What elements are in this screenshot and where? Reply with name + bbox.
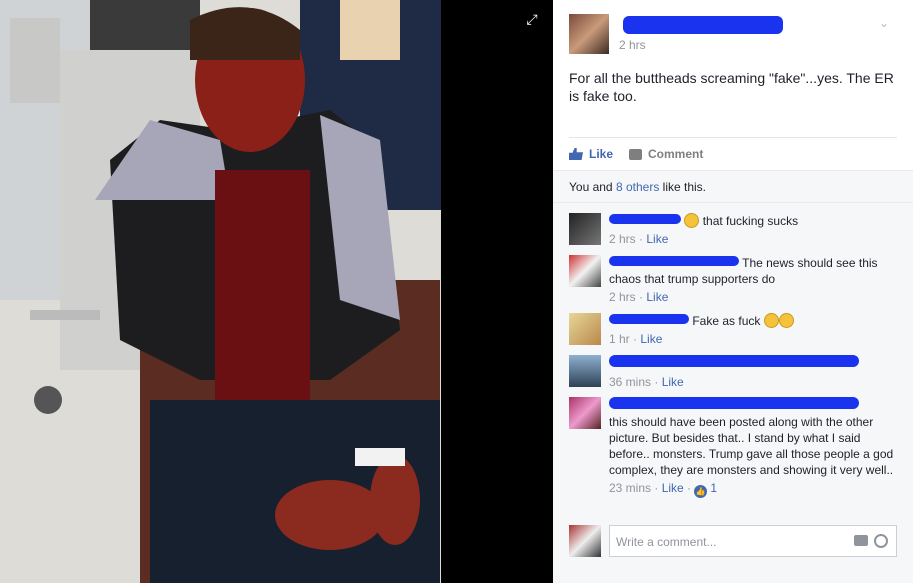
comment-input[interactable]: Write a comment... (609, 525, 897, 557)
comment-body: The news should see this chaos that trum… (609, 256, 878, 304)
comment-item: Fake as fuck 1 hr · Like (569, 307, 897, 347)
sad-emoji-icon (684, 213, 700, 228)
comment-time[interactable]: 23 mins (609, 481, 651, 495)
comment-body: Fake as fuck 1 hr · Like (609, 313, 897, 347)
laughing-emoji-icon (763, 313, 779, 328)
chevron-down-icon[interactable]: ⌄ (879, 16, 889, 30)
photo-viewer: ⤢ (0, 0, 553, 583)
comment-text: this should have been posted along with … (609, 415, 894, 477)
photo-scene (0, 0, 441, 583)
like-button[interactable]: Like (569, 147, 613, 161)
redacted-commenter-name (609, 256, 739, 266)
comment-time[interactable]: 36 mins (609, 375, 651, 389)
commenter-avatar[interactable] (569, 313, 601, 345)
comment-text: that fucking sucks (702, 214, 799, 228)
comment-time[interactable]: 2 hrs (609, 232, 636, 246)
commenter-avatar[interactable] (569, 213, 601, 245)
comment-time[interactable]: 2 hrs (609, 290, 636, 304)
post-header: 2 hrs ⌄ (569, 14, 903, 54)
post-panel: 2 hrs ⌄ For all the buttheads screaming … (553, 0, 913, 583)
comment-time[interactable]: 1 hr (609, 332, 630, 346)
comment-item: The news should see this chaos that trum… (569, 249, 897, 305)
comment-body: 36 mins · Like (609, 355, 897, 390)
post-text: For all the buttheads screaming "fake"..… (569, 70, 894, 104)
likes-summary: You and 8 others like this. (553, 170, 913, 202)
commenter-avatar[interactable] (569, 397, 601, 429)
smile-icon[interactable] (874, 534, 888, 548)
like-reaction-icon: 👍 (694, 485, 708, 498)
comment-icon (629, 148, 643, 160)
comment-like-link[interactable]: Like (646, 290, 668, 304)
expand-icon[interactable]: ⤢ (523, 10, 541, 28)
comment-composer: Write a comment... (569, 525, 897, 559)
post-photo[interactable] (0, 0, 441, 583)
comment-item: this should have been posted along with … (569, 391, 897, 511)
commenter-avatar[interactable] (569, 355, 601, 387)
comment-like-link[interactable]: Like (640, 332, 662, 346)
current-user-avatar (569, 525, 601, 557)
like-label: Like (589, 147, 614, 161)
comment-body: this should have been posted along with … (609, 397, 897, 498)
commenter-avatar[interactable] (569, 255, 601, 287)
author-avatar[interactable] (569, 14, 609, 54)
laughing-emoji-icon (778, 313, 794, 328)
comment-item: 36 mins · Like (569, 349, 897, 391)
post-time[interactable]: 2 hrs (619, 38, 646, 52)
comment-like-link[interactable]: Like (662, 481, 684, 495)
redacted-commenter-name (609, 397, 859, 409)
comment-button[interactable]: Comment (629, 147, 703, 161)
reaction-count[interactable]: 1 (710, 481, 717, 495)
post-actions: Like Comment (569, 137, 897, 170)
comment-like-link[interactable]: Like (662, 375, 684, 389)
comment-item: that fucking sucks 2 hrs · Like (569, 207, 897, 251)
likes-suffix: like this. (659, 180, 706, 194)
redacted-commenter-name (609, 314, 689, 324)
redacted-comment-text (609, 355, 859, 367)
redacted-commenter-name (609, 214, 681, 224)
comment-input-placeholder: Write a comment... (616, 535, 717, 549)
camera-icon[interactable] (854, 535, 868, 546)
comment-like-link[interactable]: Like (646, 232, 668, 246)
comment-label: Comment (648, 147, 704, 161)
like-icon (569, 148, 583, 160)
comment-text: Fake as fuck (692, 314, 761, 328)
comment-body: that fucking sucks 2 hrs · Like (609, 213, 799, 246)
likes-others-link[interactable]: 8 others (616, 180, 659, 194)
likes-prefix: You and (569, 180, 616, 194)
redacted-author-name (623, 16, 783, 34)
